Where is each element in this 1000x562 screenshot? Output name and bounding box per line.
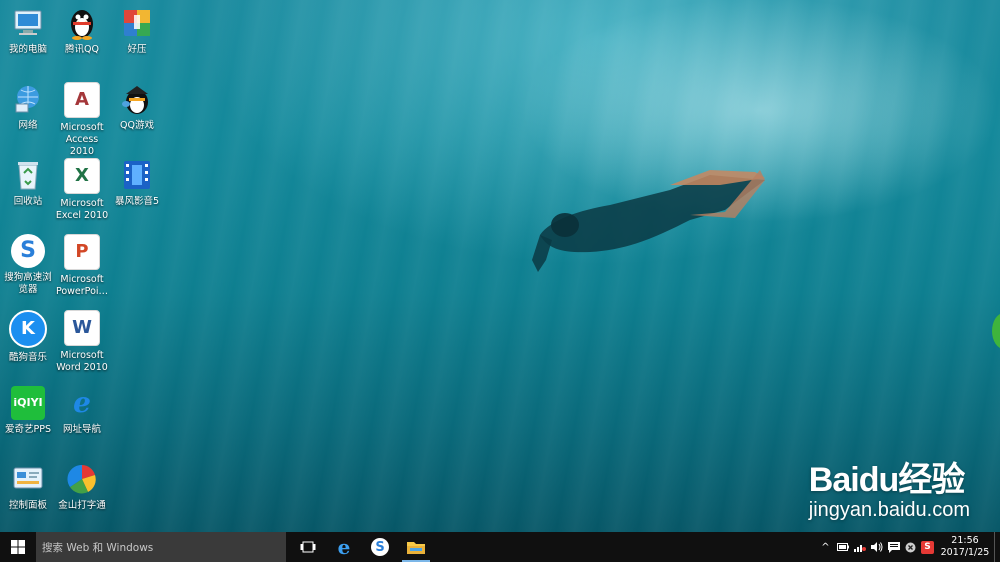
desktop-icon-powerpoint[interactable]: P Microsoft PowerPoi…	[54, 234, 110, 298]
icon-label: Microsoft PowerPoi…	[55, 274, 109, 297]
battery-icon[interactable]	[834, 532, 851, 562]
volume-icon[interactable]	[868, 532, 885, 562]
desktop-icon-kingsoft-typing[interactable]: 金山打字通	[54, 462, 110, 512]
start-button[interactable]	[0, 532, 36, 562]
icon-label: 酷狗音乐	[8, 352, 47, 363]
network-icon	[11, 82, 45, 116]
search-input[interactable]: 搜索 Web 和 Windows	[36, 532, 286, 562]
windows-logo-icon	[11, 540, 25, 554]
watermark-brand: Baidu经验	[808, 461, 965, 499]
qq-penguin-icon	[65, 6, 99, 40]
taskbar-sogou-browser[interactable]: S	[362, 532, 398, 562]
desktop-icon-baofeng[interactable]: 暴风影音5	[109, 158, 165, 208]
desktop-icon-haozip[interactable]: 好压	[109, 6, 165, 56]
baofeng-player-icon	[120, 158, 154, 192]
kugou-music-icon: K	[9, 310, 47, 348]
wallpaper-diver	[532, 170, 765, 272]
icon-label: Microsoft Word 2010	[56, 350, 108, 373]
icon-label: 回收站	[13, 196, 43, 207]
desktop-icon-recycle-bin[interactable]: 回收站	[0, 158, 56, 208]
desktop-icon-excel[interactable]: X Microsoft Excel 2010	[54, 158, 110, 222]
icon-label: 网址导航	[62, 424, 101, 435]
ie-icon: e	[73, 386, 91, 419]
icon-label: 腾讯QQ	[65, 44, 99, 55]
desktop-icon-ie-nav[interactable]: e 网址导航	[54, 386, 110, 436]
system-tray: ^ S 21:56 2017/1/25	[817, 532, 1000, 562]
show-desktop-button[interactable]	[994, 532, 1000, 562]
icon-label: QQ游戏	[120, 120, 154, 131]
icon-label: 搜狗高速浏览器	[4, 272, 52, 295]
kingsoft-typing-icon	[65, 462, 99, 496]
icon-label: 网络	[18, 120, 38, 131]
task-view-button[interactable]	[290, 532, 326, 562]
desktop-icon-qq[interactable]: 腾讯QQ	[54, 6, 110, 56]
action-center-icon[interactable]	[885, 532, 902, 562]
desktop-icon-control-panel[interactable]: 控制面板	[0, 462, 56, 512]
clock-time: 21:56	[951, 535, 979, 546]
desktop-icon-word[interactable]: W Microsoft Word 2010	[54, 310, 110, 374]
desktop-icon-qq-game[interactable]: QQ游戏	[109, 82, 165, 132]
file-explorer-icon	[407, 542, 425, 554]
desktop: 我的电脑 网络 回收站 S 搜狗高速浏览器 K 酷狗音乐 iQIYI 爱奇艺PP…	[0, 0, 1000, 532]
close-circle-icon[interactable]	[902, 532, 919, 562]
sogou-input-icon[interactable]: S	[919, 532, 936, 562]
icon-label: 控制面板	[8, 500, 47, 511]
icon-label: Microsoft Access 2010	[60, 122, 104, 157]
desktop-icon-sogou-browser[interactable]: S 搜狗高速浏览器	[0, 234, 56, 296]
chevron-up-icon[interactable]: ^	[817, 532, 834, 562]
powerpoint-icon: P	[64, 234, 100, 270]
qq-game-icon	[120, 82, 154, 116]
icon-label: Microsoft Excel 2010	[55, 198, 109, 221]
watermark-url: jingyan.baidu.com	[808, 499, 970, 521]
taskbar-file-explorer[interactable]	[398, 532, 434, 562]
clock-date: 2017/1/25	[940, 547, 990, 558]
desktop-icon-kugou[interactable]: K 酷狗音乐	[0, 310, 56, 364]
baidu-watermark: Baidu经验 jingyan.baidu.com	[809, 452, 970, 522]
control-panel-icon	[11, 462, 45, 496]
sogou-browser-icon: S	[11, 234, 45, 268]
edge-icon: e	[337, 535, 351, 559]
icon-label: 爱奇艺PPS	[5, 424, 51, 435]
network-disconnected-icon[interactable]	[851, 532, 868, 562]
desktop-icon-access[interactable]: A Microsoft Access 2010	[54, 82, 110, 158]
icon-label: 我的电脑	[8, 44, 47, 55]
sogou-browser-icon: S	[371, 538, 389, 556]
taskbar: 搜索 Web 和 Windows e S ^ S 21:56 2017/1/25	[0, 532, 1000, 562]
word-icon: W	[64, 310, 100, 346]
desktop-icon-my-computer[interactable]: 我的电脑	[0, 6, 56, 56]
task-view-icon	[300, 541, 316, 553]
computer-icon	[11, 6, 45, 40]
desktop-icon-iqiyi[interactable]: iQIYI 爱奇艺PPS	[0, 386, 56, 436]
icon-label: 暴风影音5	[114, 196, 160, 207]
access-icon: A	[64, 82, 100, 118]
excel-icon: X	[64, 158, 100, 194]
recycle-bin-icon	[11, 158, 45, 192]
iqiyi-icon: iQIYI	[11, 386, 45, 420]
taskbar-edge[interactable]: e	[326, 532, 362, 562]
icon-label: 金山打字通	[58, 500, 106, 511]
clock[interactable]: 21:56 2017/1/25	[936, 535, 994, 559]
haozip-icon	[120, 6, 154, 40]
desktop-icon-network[interactable]: 网络	[0, 82, 56, 132]
icon-label: 好压	[127, 44, 147, 55]
